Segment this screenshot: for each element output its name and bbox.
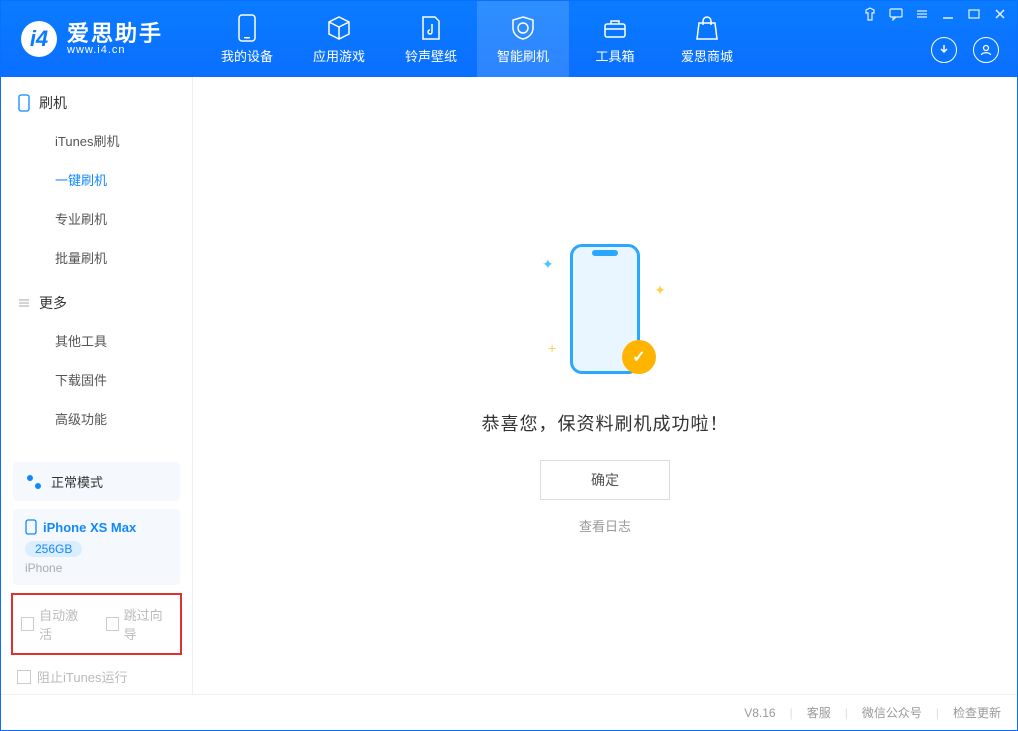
sidebar: 刷机 iTunes刷机 一键刷机 专业刷机 批量刷机 更多 其他工具 下载固件 … [1, 77, 193, 694]
header-actions [931, 37, 999, 63]
app-body: 刷机 iTunes刷机 一键刷机 专业刷机 批量刷机 更多 其他工具 下载固件 … [1, 77, 1017, 694]
device-phone-icon [25, 519, 37, 535]
statusbar: V8.16 | 客服 | 微信公众号 | 检查更新 [1, 694, 1017, 730]
sidebar-item-batch-flash[interactable]: 批量刷机 [1, 238, 192, 277]
section-more: 更多 [1, 277, 192, 321]
music-file-icon [417, 14, 445, 42]
main-content: ✓ ✦ ✦ + 恭喜您，保资料刷机成功啦！ 确定 查看日志 [193, 77, 1017, 694]
nav-my-device[interactable]: 我的设备 [201, 1, 293, 77]
bag-icon [693, 14, 721, 42]
link-check-update[interactable]: 检查更新 [953, 704, 1001, 721]
check-icon: ✓ [622, 340, 656, 374]
menu-icon[interactable] [915, 7, 929, 21]
titlebar: i4 爱思助手 www.i4.cn 我的设备 应用游戏 铃声壁纸 智能刷机 [1, 1, 1017, 77]
success-message: 恭喜您，保资料刷机成功啦！ [482, 410, 729, 436]
checkbox-block-itunes[interactable]: 阻止iTunes运行 [1, 659, 192, 694]
main-nav: 我的设备 应用游戏 铃声壁纸 智能刷机 工具箱 爱思商城 [201, 1, 753, 77]
success-illustration: ✓ ✦ ✦ + [560, 236, 650, 386]
section-flash: 刷机 [1, 77, 192, 121]
nav-apps-games[interactable]: 应用游戏 [293, 1, 385, 77]
flash-options-highlight: 自动激活 跳过向导 [11, 593, 182, 655]
list-icon [17, 296, 31, 310]
device-type: iPhone [25, 561, 168, 575]
checkbox-auto-activate[interactable]: 自动激活 [21, 605, 88, 643]
nav-ringtone-wallpaper[interactable]: 铃声壁纸 [385, 1, 477, 77]
app-name: 爱思助手 [67, 23, 163, 45]
close-icon[interactable] [993, 7, 1007, 21]
sidebar-item-pro-flash[interactable]: 专业刷机 [1, 199, 192, 238]
app-window: i4 爱思助手 www.i4.cn 我的设备 应用游戏 铃声壁纸 智能刷机 [0, 0, 1018, 731]
maximize-icon[interactable] [967, 7, 981, 21]
phone-small-icon [17, 94, 31, 112]
nav-flash[interactable]: 智能刷机 [477, 1, 569, 77]
device-icon [233, 14, 261, 42]
feedback-icon[interactable] [889, 7, 903, 21]
shield-sync-icon [509, 14, 537, 42]
download-button[interactable] [931, 37, 957, 63]
user-button[interactable] [973, 37, 999, 63]
cube-icon [325, 14, 353, 42]
link-wechat[interactable]: 微信公众号 [862, 704, 922, 721]
app-url: www.i4.cn [67, 45, 163, 56]
minimize-icon[interactable] [941, 7, 955, 21]
ok-button[interactable]: 确定 [540, 460, 670, 500]
skin-icon[interactable] [863, 7, 877, 21]
view-log-link[interactable]: 查看日志 [579, 516, 631, 535]
device-capacity: 256GB [25, 541, 82, 557]
sidebar-item-onekey-flash[interactable]: 一键刷机 [1, 160, 192, 199]
device-card[interactable]: iPhone XS Max 256GB iPhone [13, 509, 180, 585]
sidebar-item-advanced[interactable]: 高级功能 [1, 399, 192, 438]
sidebar-item-other-tools[interactable]: 其他工具 [1, 321, 192, 360]
device-name: iPhone XS Max [43, 520, 136, 535]
nav-store[interactable]: 爱思商城 [661, 1, 753, 77]
link-support[interactable]: 客服 [807, 704, 831, 721]
status-mode-card[interactable]: 正常模式 [13, 462, 180, 501]
status-icon [25, 473, 43, 491]
toolbox-icon [601, 14, 629, 42]
nav-toolbox[interactable]: 工具箱 [569, 1, 661, 77]
checkbox-skip-guide[interactable]: 跳过向导 [106, 605, 173, 643]
window-controls-mini [863, 7, 1007, 21]
sidebar-item-itunes-flash[interactable]: iTunes刷机 [1, 121, 192, 160]
sidebar-item-download-firmware[interactable]: 下载固件 [1, 360, 192, 399]
logo-icon: i4 [21, 21, 57, 57]
version-label: V8.16 [744, 706, 775, 720]
app-logo: i4 爱思助手 www.i4.cn [1, 21, 201, 57]
sidebar-bottom: 正常模式 iPhone XS Max 256GB iPhone 自动激活 跳过向… [1, 454, 192, 694]
